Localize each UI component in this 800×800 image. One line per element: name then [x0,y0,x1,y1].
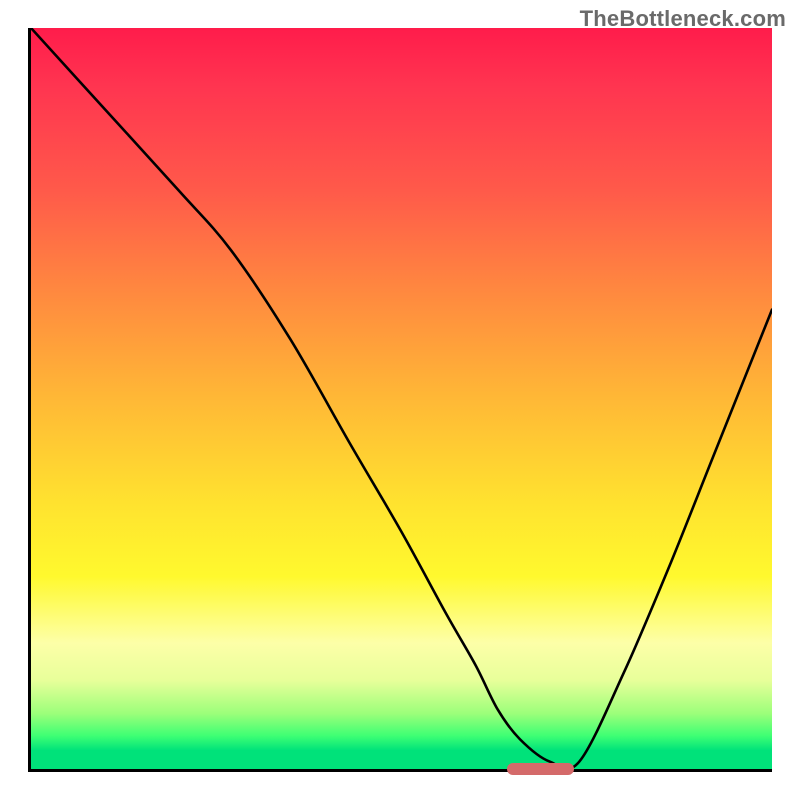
heatmap-gradient [31,28,772,769]
chart-container: TheBottleneck.com [0,0,800,800]
optimum-marker [507,763,574,775]
plot-area [28,28,772,772]
